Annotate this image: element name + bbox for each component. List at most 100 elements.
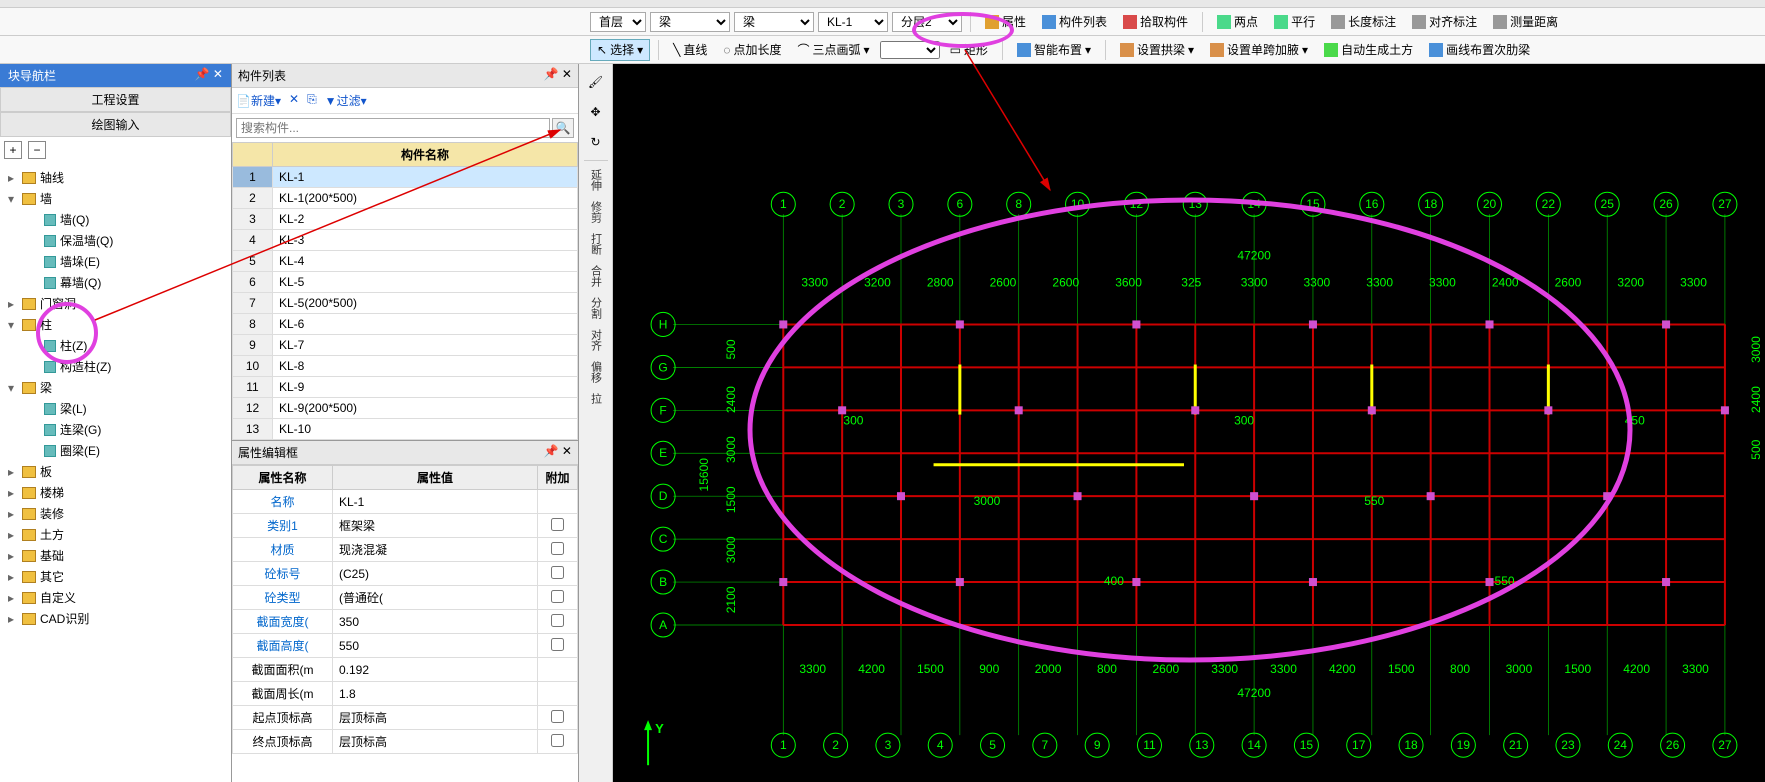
property-row[interactable]: 材质现浇混凝 <box>233 538 578 562</box>
table-row[interactable]: 2KL-1(200*500) <box>233 188 578 209</box>
smart-layout-button[interactable]: 智能布置 ▾ <box>1011 39 1097 61</box>
tree-item[interactable]: ▾墙 <box>4 188 227 209</box>
tree-item[interactable]: 柱(Z) <box>4 335 227 356</box>
collapse-button[interactable]: + <box>4 141 22 159</box>
table-row[interactable]: 1KL-1 <box>233 167 578 188</box>
nav-section-draw[interactable]: 绘图输入 <box>0 112 231 137</box>
select-button[interactable]: ↖选择 ▾ <box>590 39 650 61</box>
align-dim-button[interactable]: 对齐标注 <box>1406 11 1483 33</box>
tree-item[interactable]: 墙垛(E) <box>4 251 227 272</box>
table-row[interactable]: 13KL-10 <box>233 419 578 440</box>
table-row[interactable]: 12KL-9(200*500) <box>233 398 578 419</box>
stretch-tool[interactable]: 拉 <box>588 391 604 406</box>
arc-button[interactable]: ⌒三点画弧 ▾ <box>792 39 876 61</box>
offset-tool[interactable]: 偏移 <box>588 359 604 385</box>
pin-icon[interactable]: 📌 ✕ <box>544 444 572 461</box>
tree-item[interactable]: ▸门窗洞 <box>4 293 227 314</box>
move-tool[interactable]: ✥ <box>584 100 608 124</box>
floor-select[interactable]: 首层 <box>590 12 646 32</box>
tree-label: CAD识别 <box>40 610 89 627</box>
align-tool[interactable]: 对齐 <box>588 327 604 353</box>
search-button[interactable]: 🔍 <box>552 118 574 138</box>
leaf-icon <box>44 403 56 415</box>
property-row[interactable]: 类别1框架梁 <box>233 514 578 538</box>
category-select-2[interactable]: 梁 <box>734 12 814 32</box>
pick-component-button[interactable]: 拾取构件 <box>1117 11 1194 33</box>
line-button[interactable]: ╲直线 <box>667 39 713 61</box>
svg-text:2600: 2600 <box>1555 275 1582 289</box>
tree-item[interactable]: 圈梁(E) <box>4 440 227 461</box>
pin-icon[interactable]: 📌 ✕ <box>195 67 223 84</box>
break-tool[interactable]: 打断 <box>588 231 604 257</box>
component-select[interactable]: KL-1 <box>818 12 888 32</box>
table-row[interactable]: 4KL-3 <box>233 230 578 251</box>
set-haunch-button[interactable]: 设置单跨加腋 ▾ <box>1204 39 1314 61</box>
tree-item[interactable]: ▸楼梯 <box>4 482 227 503</box>
property-row[interactable]: 截面面积(m0.192 <box>233 658 578 682</box>
delete-button[interactable]: ✕ <box>289 92 299 109</box>
svg-text:2800: 2800 <box>927 275 954 289</box>
point-length-button[interactable]: ◌点加长度 <box>717 39 787 61</box>
tree-item[interactable]: 幕墙(Q) <box>4 272 227 293</box>
filter-button[interactable]: ▼过滤▾ <box>325 92 367 109</box>
new-button[interactable]: 📄新建▾ <box>236 92 281 109</box>
category-select-1[interactable]: 梁 <box>650 12 730 32</box>
tree-item[interactable]: ▾柱 <box>4 314 227 335</box>
measure-button[interactable]: 测量距离 <box>1487 11 1564 33</box>
search-input[interactable] <box>236 118 550 138</box>
set-arch-beam-button[interactable]: 设置拱梁 ▾ <box>1114 39 1200 61</box>
arc-mode-select[interactable] <box>880 41 940 59</box>
table-row[interactable]: 10KL-8 <box>233 356 578 377</box>
trim-tool[interactable]: 修剪 <box>588 199 604 225</box>
extend-tool[interactable]: 延伸 <box>588 167 604 193</box>
tree-item[interactable]: ▸自定义 <box>4 587 227 608</box>
tree-item[interactable]: ▸土方 <box>4 524 227 545</box>
parallel-button[interactable]: 平行 <box>1268 11 1321 33</box>
tree-item[interactable]: 墙(Q) <box>4 209 227 230</box>
copy-button[interactable]: ⎘ <box>307 92 317 109</box>
table-row[interactable]: 5KL-4 <box>233 251 578 272</box>
merge-tool[interactable]: 合并 <box>588 263 604 289</box>
drawing-canvas[interactable]: 1236810121314151618202225262712345791113… <box>613 64 1765 782</box>
two-points-button[interactable]: 两点 <box>1211 11 1264 33</box>
property-row[interactable]: 截面周长(m1.8 <box>233 682 578 706</box>
auto-earthwork-button[interactable]: 自动生成土方 <box>1318 39 1419 61</box>
property-row[interactable]: 截面高度(550 <box>233 634 578 658</box>
tree-item[interactable]: 连梁(G) <box>4 419 227 440</box>
nav-section-project[interactable]: 工程设置 <box>0 87 231 112</box>
expand-button[interactable]: − <box>28 141 46 159</box>
pin-icon[interactable]: 📌 ✕ <box>544 67 572 84</box>
secondary-rib-button[interactable]: 画线布置次肋梁 <box>1423 39 1536 61</box>
properties-button[interactable]: 属性 <box>979 11 1032 33</box>
table-row[interactable]: 6KL-5 <box>233 272 578 293</box>
property-row[interactable]: 名称KL-1 <box>233 490 578 514</box>
table-row[interactable]: 9KL-7 <box>233 335 578 356</box>
rotate-tool[interactable]: ↻ <box>584 130 608 154</box>
tree-item[interactable]: ▸CAD识别 <box>4 608 227 629</box>
tree-item[interactable]: ▸装修 <box>4 503 227 524</box>
table-row[interactable]: 3KL-2 <box>233 209 578 230</box>
tree-item[interactable]: ▸板 <box>4 461 227 482</box>
property-row[interactable]: 砼类型(普通砼( <box>233 586 578 610</box>
table-row[interactable]: 11KL-9 <box>233 377 578 398</box>
table-row[interactable]: 7KL-5(200*500) <box>233 293 578 314</box>
tree-item[interactable]: 构造柱(Z) <box>4 356 227 377</box>
property-row[interactable]: 砼标号(C25) <box>233 562 578 586</box>
property-row[interactable]: 起点顶标高层顶标高 <box>233 706 578 730</box>
rect-button[interactable]: ▭矩形 <box>944 39 994 61</box>
property-row[interactable]: 截面宽度(350 <box>233 610 578 634</box>
length-dim-button[interactable]: 长度标注 <box>1325 11 1402 33</box>
tree-item[interactable]: 梁(L) <box>4 398 227 419</box>
tree-item[interactable]: ▸轴线 <box>4 167 227 188</box>
component-list-button[interactable]: 构件列表 <box>1036 11 1113 33</box>
layer-select[interactable]: 分层2 <box>892 12 962 32</box>
tree-item[interactable]: ▸其它 <box>4 566 227 587</box>
tree-item[interactable]: ▸基础 <box>4 545 227 566</box>
property-row[interactable]: 终点顶标高层顶标高 <box>233 730 578 754</box>
split-tool[interactable]: 分割 <box>588 295 604 321</box>
tree-item[interactable]: ▾梁 <box>4 377 227 398</box>
leaf-icon <box>44 424 56 436</box>
brush-tool[interactable]: 🖌 <box>584 70 608 94</box>
table-row[interactable]: 8KL-6 <box>233 314 578 335</box>
tree-item[interactable]: 保温墙(Q) <box>4 230 227 251</box>
